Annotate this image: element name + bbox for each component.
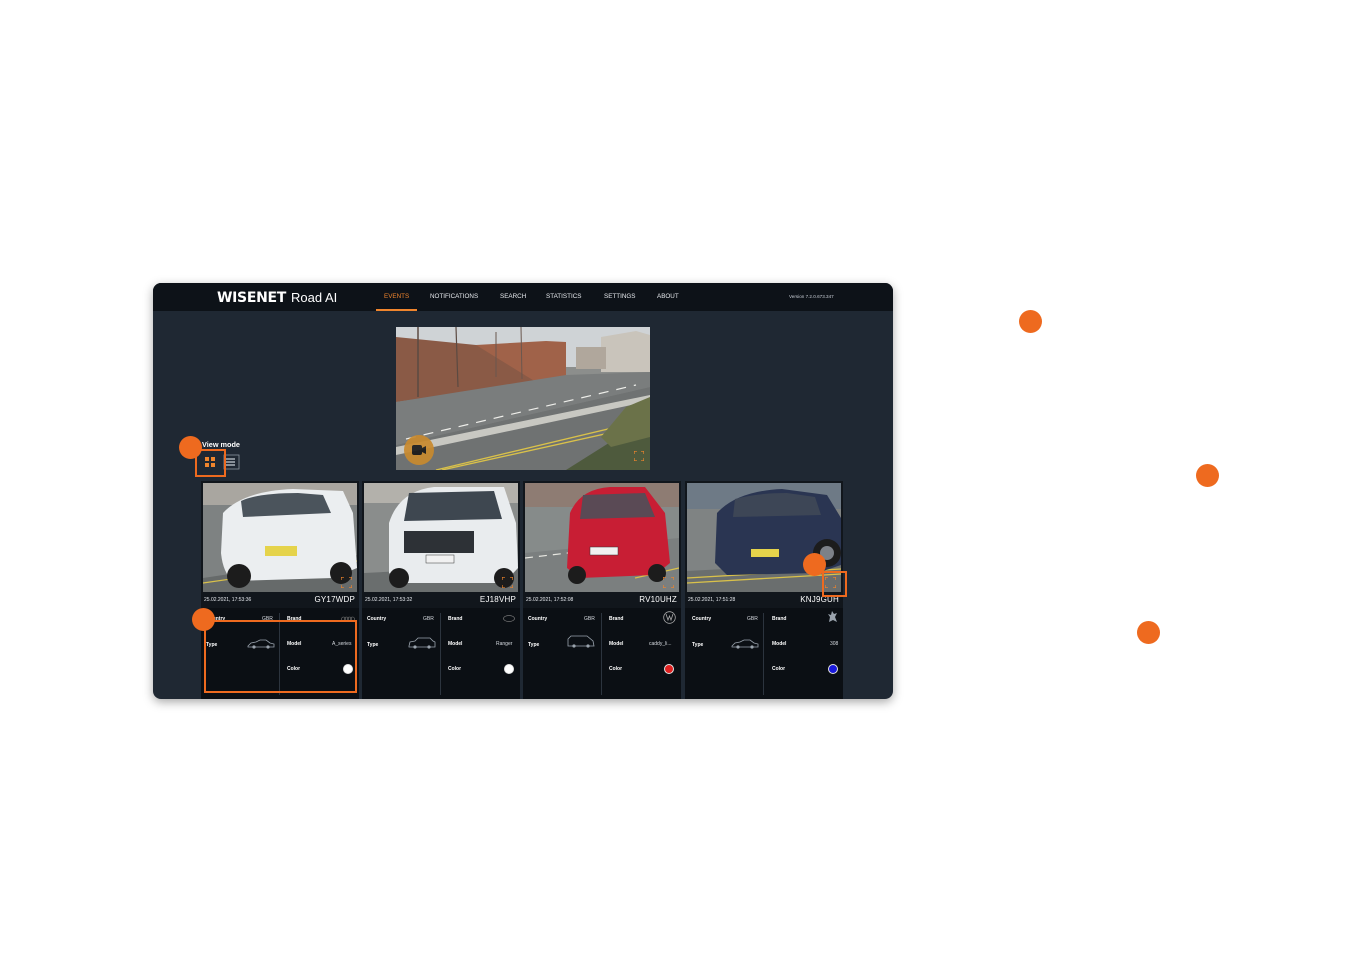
ford-logo-icon (503, 615, 515, 622)
license-plate: EJ18VHP (479, 595, 516, 604)
brand-label: Brand (448, 616, 463, 622)
play-button[interactable] (404, 435, 434, 465)
country-value: GBR (584, 616, 595, 622)
vehicle-color-swatch (664, 664, 674, 674)
model-value: caddy_li... (649, 641, 672, 647)
callout-marker-fullscreen (803, 553, 826, 576)
fullscreen-icon[interactable] (634, 451, 644, 461)
vehicle-attributes: Country GBR Type Brand Model Ranger Colo… (362, 608, 520, 699)
wisenet-road-ai-logo: WISENET Road AI (217, 290, 338, 306)
peugeot-logo-icon (828, 611, 837, 622)
car-sedan-icon (731, 639, 759, 649)
brand-label: Brand (609, 616, 624, 622)
event-meta: 25.02.2021, 17:53:32 EJ18VHP (362, 592, 520, 608)
callout-marker (1137, 621, 1160, 644)
car-suv-icon (408, 637, 436, 649)
tab-statistics[interactable]: STATISTICS (546, 293, 581, 300)
vehicle-image (203, 483, 357, 592)
color-label: Color (609, 666, 623, 672)
road-ai-app-window: WISENET Road AI EVENTS NOTIFICATIONS SEAR… (153, 283, 893, 699)
tab-notifications[interactable]: NOTIFICATIONS (430, 293, 478, 300)
callout-marker (1019, 310, 1042, 333)
van-icon (567, 635, 595, 648)
live-camera-view[interactable] (396, 327, 650, 470)
event-meta: 25.02.2021, 17:53:36 GY17WDP (201, 592, 359, 608)
street-scene-image (396, 327, 650, 470)
country-value: GBR (747, 616, 758, 622)
event-card[interactable]: 25.02.2021, 17:52:08 RV10UHZ Country GBR… (523, 481, 681, 699)
type-label: Type (367, 642, 379, 648)
tab-about[interactable]: ABOUT (657, 293, 679, 300)
product-name: Road AI (291, 290, 338, 305)
version-label: Version 7.2.0.673.347 (789, 294, 834, 299)
event-card[interactable]: 25.02.2021, 17:51:28 KNJ9GUH Country GBR… (685, 481, 843, 699)
top-navigation-bar: WISENET Road AI EVENTS NOTIFICATIONS SEAR… (153, 283, 893, 311)
callout-marker (1196, 464, 1219, 487)
license-plate: RV10UHZ (639, 595, 677, 604)
fullscreen-icon[interactable] (341, 577, 352, 588)
column-divider (601, 613, 602, 695)
event-timestamp: 25.02.2021, 17:53:36 (204, 597, 252, 603)
view-mode-label: View mode (202, 440, 240, 449)
type-label: Type (528, 642, 540, 648)
vehicle-color-swatch (828, 664, 838, 674)
tab-events[interactable]: EVENTS (384, 293, 409, 300)
vehicle-info-highlight (204, 620, 357, 693)
event-meta: 25.02.2021, 17:51:28 KNJ9GUH (685, 592, 843, 608)
event-timestamp: 25.02.2021, 17:51:28 (688, 597, 736, 603)
fullscreen-highlight (822, 571, 847, 597)
active-tab-indicator (376, 309, 417, 311)
tab-settings[interactable]: SETTINGS (604, 293, 636, 300)
model-label: Model (448, 641, 463, 647)
vehicle-color-swatch (504, 664, 514, 674)
country-label: Country (528, 616, 548, 622)
vehicle-attributes: Country GBR Type Brand Model caddy_li...… (523, 608, 681, 699)
callout-marker-vehicle-info (192, 608, 215, 631)
model-value: 308 (830, 641, 839, 647)
event-timestamp: 25.02.2021, 17:53:32 (365, 597, 413, 603)
event-meta: 25.02.2021, 17:52:08 RV10UHZ (523, 592, 681, 608)
vehicle-attributes: Country GBR Type Brand Model 308 Color (685, 608, 843, 699)
type-label: Type (692, 642, 704, 648)
color-label: Color (448, 666, 462, 672)
color-label: Color (772, 666, 786, 672)
tab-search[interactable]: SEARCH (500, 293, 526, 300)
event-timestamp: 25.02.2021, 17:52:08 (526, 597, 574, 603)
model-value: Ranger (496, 641, 513, 647)
country-label: Country (367, 616, 387, 622)
fullscreen-icon[interactable] (663, 577, 674, 588)
brand-name: WISENET (217, 290, 287, 306)
country-value: GBR (423, 616, 434, 622)
vehicle-image (687, 483, 841, 592)
vehicle-image (525, 483, 679, 592)
callout-marker-view-mode (179, 436, 202, 459)
brand-label: Brand (772, 616, 787, 622)
vehicle-image (364, 483, 518, 592)
license-plate: GY17WDP (314, 595, 355, 604)
model-label: Model (609, 641, 624, 647)
column-divider (440, 613, 441, 695)
video-camera-icon (412, 445, 426, 455)
fullscreen-icon[interactable] (502, 577, 513, 588)
event-card[interactable]: 25.02.2021, 17:53:32 EJ18VHP Country GBR… (362, 481, 520, 699)
model-label: Model (772, 641, 787, 647)
column-divider (763, 613, 764, 695)
volkswagen-logo-icon (663, 611, 676, 624)
country-label: Country (692, 616, 712, 622)
